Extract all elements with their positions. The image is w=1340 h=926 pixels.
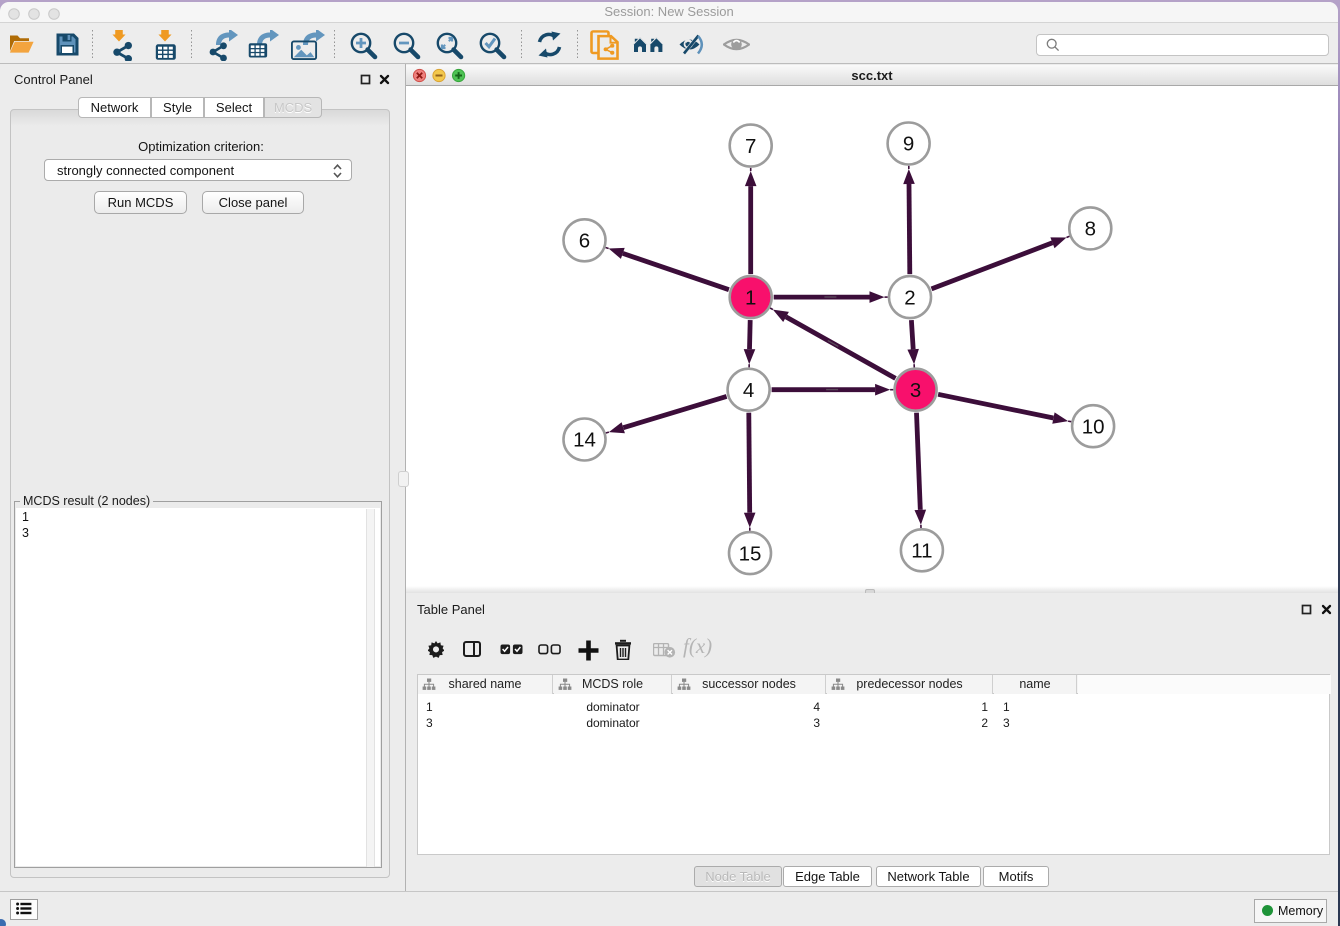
svg-text:8: 8 [1085, 218, 1096, 241]
svg-text:4: 4 [743, 379, 754, 402]
svg-text:11: 11 [911, 540, 932, 563]
svg-text:1: 1 [745, 286, 756, 309]
svg-text:2: 2 [904, 286, 915, 309]
svg-text:3: 3 [910, 379, 921, 402]
svg-text:9: 9 [903, 133, 914, 156]
svg-text:15: 15 [739, 542, 762, 565]
svg-text:6: 6 [579, 230, 590, 253]
svg-text:14: 14 [573, 429, 596, 452]
svg-text:10: 10 [1082, 415, 1105, 438]
svg-text:7: 7 [745, 135, 756, 158]
